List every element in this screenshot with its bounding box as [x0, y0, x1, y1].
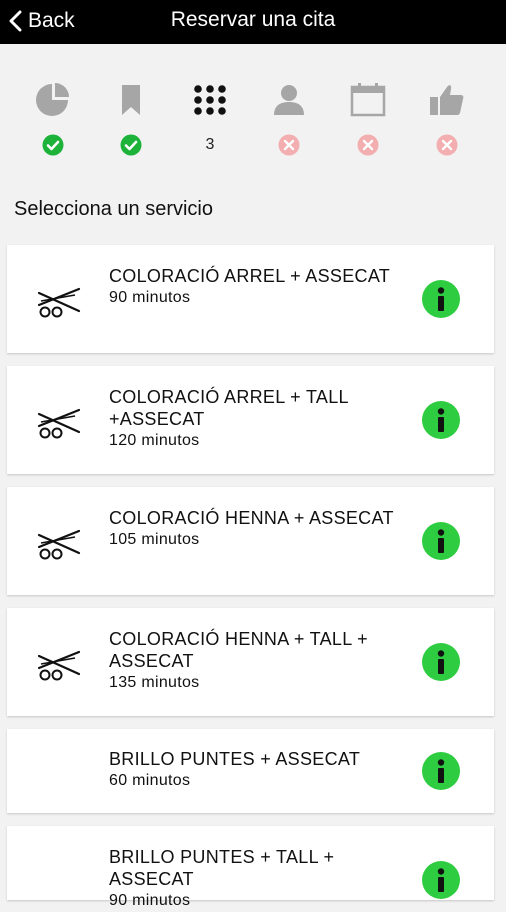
service-card[interactable]: BRILLO PUNTES + ASSECAT 60 minutos — [7, 729, 494, 813]
service-card[interactable]: COLORACIÓ ARREL + ASSECAT 90 minutos — [7, 245, 494, 353]
scissors-icon — [37, 408, 81, 439]
service-text: BRILLO PUNTES + ASSECAT 60 minutos — [109, 748, 414, 792]
info-button[interactable] — [422, 280, 460, 318]
step-number: 3 — [205, 136, 215, 153]
service-text: COLORACIÓ ARREL + ASSECAT 90 minutos — [109, 265, 414, 309]
service-name: COLORACIÓ ARREL + ASSECAT — [109, 266, 391, 286]
service-duration: 105 minutos — [109, 531, 200, 548]
info-icon — [437, 868, 445, 892]
step-confirm[interactable] — [417, 82, 477, 162]
service-name: BRILLO PUNTES + TALL + ASSECAT — [109, 847, 335, 889]
service-duration: 60 minutos — [109, 772, 191, 789]
info-icon — [437, 287, 445, 311]
cross-icon — [357, 134, 379, 156]
service-card[interactable]: BRILLO PUNTES + TALL + ASSECAT 90 minuto… — [7, 826, 494, 909]
calendar-icon — [348, 82, 388, 118]
service-text: COLORACIÓ HENNA + ASSECAT 105 minutos — [109, 507, 414, 551]
service-name: COLORACIÓ ARREL + TALL +ASSECAT — [109, 387, 349, 429]
person-icon — [269, 82, 309, 118]
booking-steps: 3 — [0, 82, 506, 162]
service-duration: 90 minutos — [109, 892, 191, 909]
service-name: BRILLO PUNTES + ASSECAT — [109, 749, 361, 769]
info-button[interactable] — [422, 752, 460, 790]
info-button[interactable] — [422, 861, 460, 899]
scissors-icon — [37, 650, 81, 681]
section-title: Selecciona un servicio — [14, 198, 213, 220]
info-button[interactable] — [422, 401, 460, 439]
step-service-category[interactable] — [23, 82, 83, 162]
service-name: COLORACIÓ HENNA + TALL + ASSECAT — [109, 629, 368, 671]
info-icon — [437, 650, 445, 674]
check-icon — [120, 134, 142, 156]
info-icon — [437, 759, 445, 783]
bookmark-icon — [111, 82, 151, 118]
service-duration: 90 minutos — [109, 289, 191, 306]
grid-icon — [190, 82, 230, 118]
service-text: BRILLO PUNTES + TALL + ASSECAT 90 minuto… — [109, 846, 414, 912]
service-name: COLORACIÓ HENNA + ASSECAT — [109, 508, 394, 528]
page-title: Reservar una cita — [170, 8, 336, 31]
scissors-icon — [37, 287, 81, 318]
service-card[interactable]: COLORACIÓ HENNA + TALL + ASSECAT 135 min… — [7, 608, 494, 716]
cross-icon — [278, 134, 300, 156]
step-professional[interactable] — [259, 82, 319, 162]
service-duration: 120 minutos — [109, 432, 200, 449]
info-button[interactable] — [422, 643, 460, 681]
pie-chart-icon — [33, 82, 73, 118]
step-bookmark[interactable] — [101, 82, 161, 162]
info-icon — [437, 408, 445, 432]
check-icon — [42, 134, 64, 156]
info-icon — [437, 529, 445, 553]
service-card[interactable]: COLORACIÓ ARREL + TALL +ASSECAT 120 minu… — [7, 366, 494, 474]
cross-icon — [436, 134, 458, 156]
service-text: COLORACIÓ ARREL + TALL +ASSECAT 120 minu… — [109, 386, 414, 452]
step-date[interactable] — [338, 82, 398, 162]
service-duration: 135 minutos — [109, 674, 200, 691]
service-text: COLORACIÓ HENNA + TALL + ASSECAT 135 min… — [109, 628, 414, 694]
service-card[interactable]: COLORACIÓ HENNA + ASSECAT 105 minutos — [7, 487, 494, 595]
thumbs-up-icon — [427, 82, 467, 118]
info-button[interactable] — [422, 522, 460, 560]
top-bar: Back Reservar una cita — [0, 0, 506, 44]
scissors-icon — [37, 529, 81, 560]
step-service[interactable]: 3 — [180, 82, 240, 162]
